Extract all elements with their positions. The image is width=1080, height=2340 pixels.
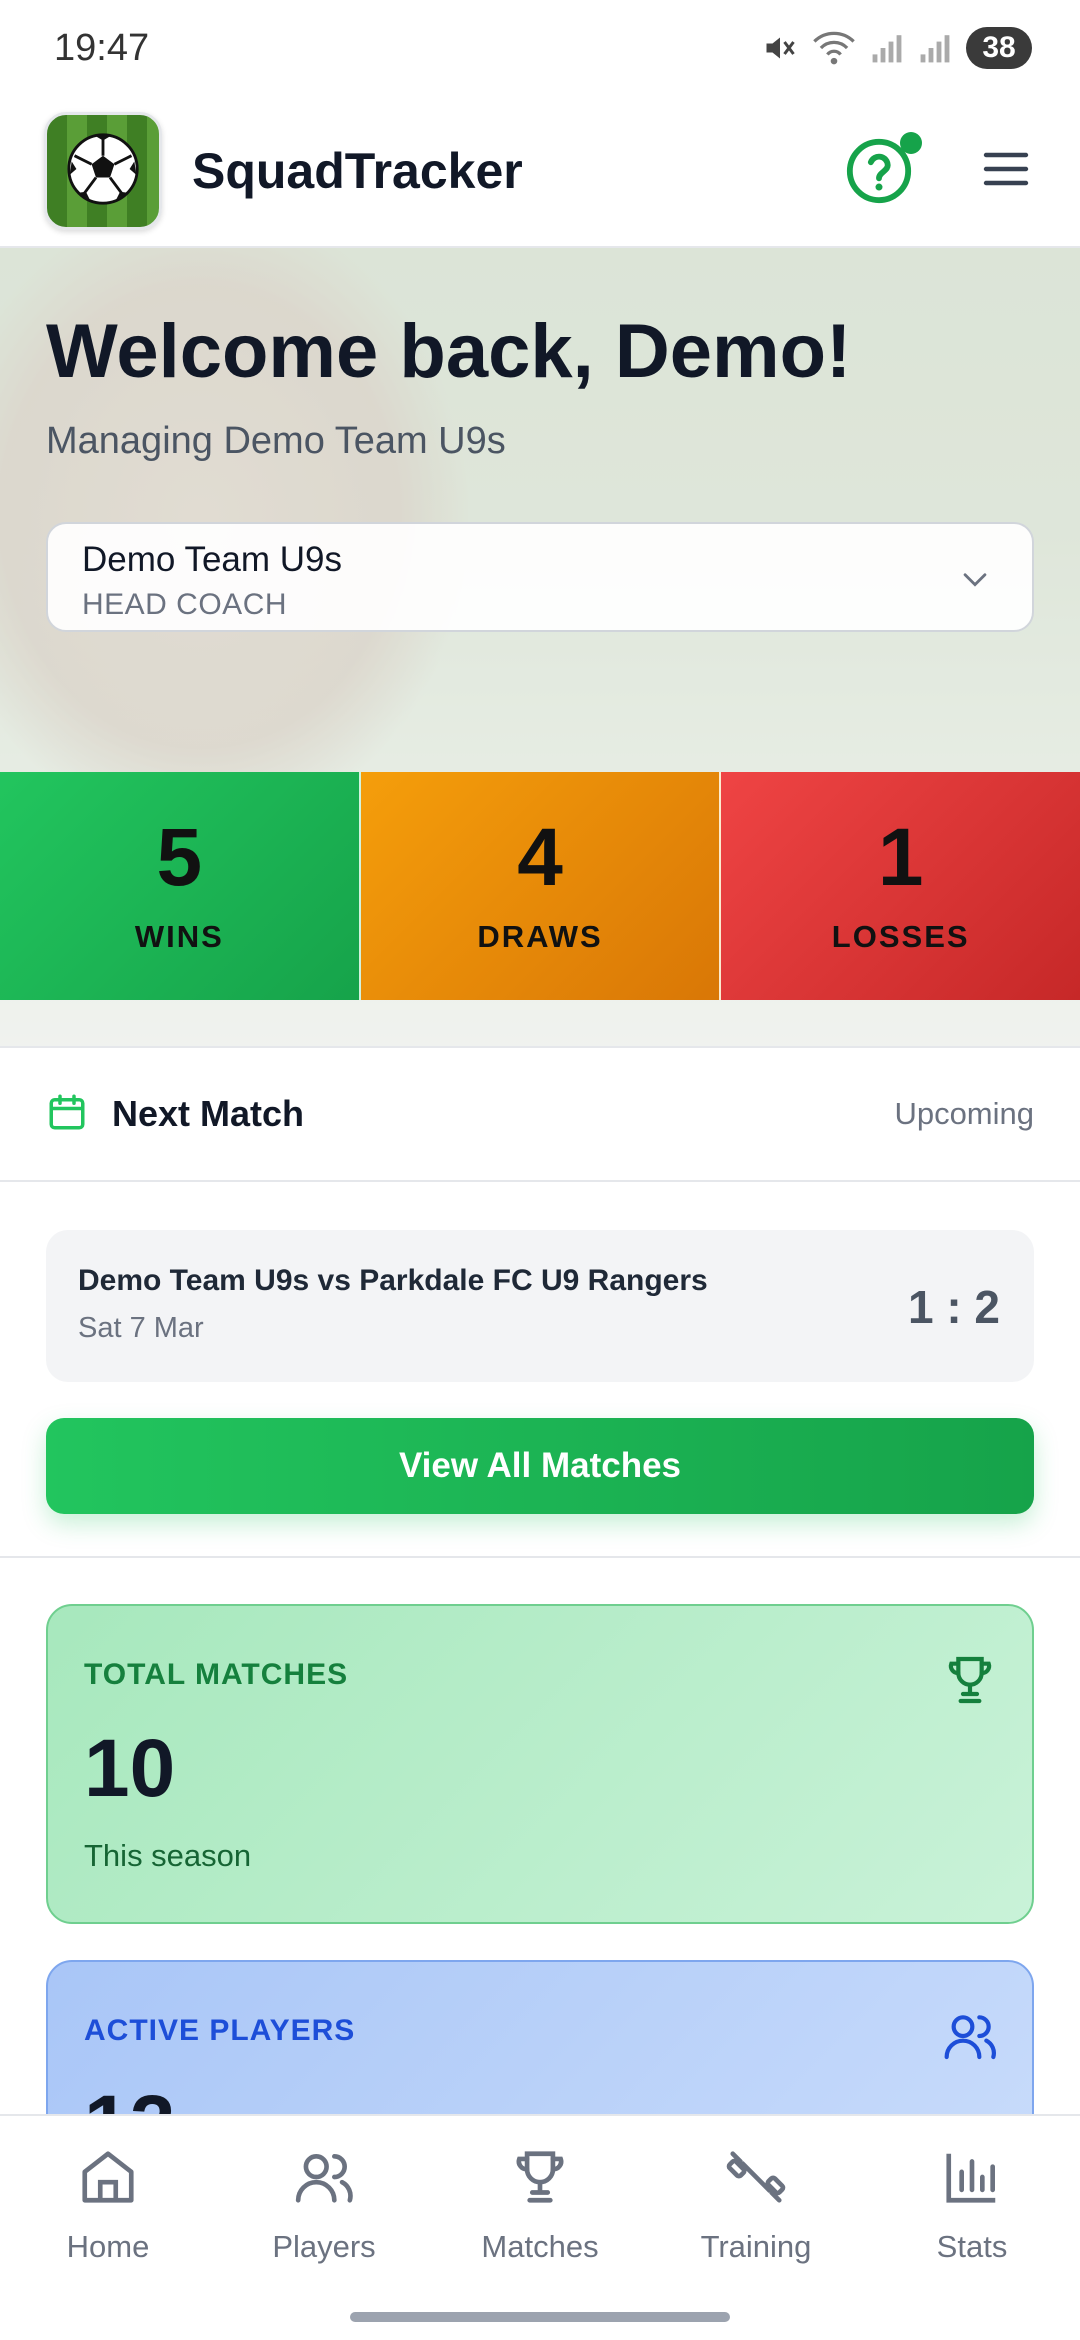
signal-icon [870,32,904,64]
welcome-title: Welcome back, Demo! [46,309,852,394]
next-match-header: Next Match Upcoming [0,1048,1080,1182]
help-circle-icon [844,138,914,210]
wins-label: WINS [134,919,224,954]
calendar-icon [46,1091,88,1138]
notification-dot [900,132,922,154]
nav-players-label: Players [272,2229,376,2264]
team-name: Demo Team U9s [82,540,343,579]
draws-tile[interactable]: 4 DRAWS [360,772,722,1000]
nav-training-label: Training [700,2229,812,2264]
total-matches-card[interactable]: TOTAL MATCHES 10 This season [46,1604,1034,1924]
app-logo[interactable] [44,112,162,230]
mute-icon [762,30,798,66]
next-match-card: Next Match Upcoming Demo Team U9s vs Par… [0,1046,1080,1558]
nav-stats-label: Stats [936,2229,1008,2264]
trophy-icon [942,1652,998,1713]
status-time: 19:47 [54,26,150,69]
total-matches-note: This season [84,1838,252,1873]
losses-label: LOSSES [831,919,970,954]
next-match-status: Upcoming [894,1096,1034,1131]
signal-icon [918,32,952,64]
view-all-matches-button[interactable]: View All Matches [46,1418,1034,1514]
nav-players[interactable]: Players [216,2146,432,2340]
nav-matches-label: Matches [481,2229,599,2264]
team-selector[interactable]: Demo Team U9s HEAD COACH [46,522,1034,632]
home-icon [77,2146,139,2213]
active-players-label: ACTIVE PLAYERS [84,2014,356,2047]
chevron-down-icon [958,562,992,601]
bar-chart-icon [941,2146,1003,2213]
losses-tile[interactable]: 1 LOSSES [721,772,1080,1000]
total-matches-label: TOTAL MATCHES [84,1658,349,1691]
nav-stats[interactable]: Stats [864,2146,1080,2340]
app-title: SquadTracker [192,143,523,199]
soccer-ball-icon [65,131,141,212]
users-icon [293,2146,355,2213]
team-role: HEAD COACH [82,588,288,621]
wins-tile[interactable]: 5 WINS [0,772,361,1000]
status-bar: 19:47 38 [0,0,1080,96]
welcome-subtitle: Managing Demo Team U9s [46,420,506,462]
nav-home[interactable]: Home [0,2146,216,2340]
match-item[interactable]: Demo Team U9s vs Parkdale FC U9 Rangers … [46,1230,1034,1382]
season-record: 5 WINS 4 DRAWS 1 LOSSES [0,772,1080,1000]
home-indicator[interactable] [350,2312,730,2322]
nav-matches[interactable]: Matches [432,2146,648,2340]
wifi-icon [812,30,856,66]
nav-home-label: Home [66,2229,150,2264]
losses-value: 1 [877,812,924,903]
total-matches-value: 10 [84,1723,176,1814]
nav-training[interactable]: Training [648,2146,864,2340]
draws-label: DRAWS [477,919,603,954]
battery-indicator: 38 [966,27,1032,69]
next-match-title: Next Match [112,1093,305,1134]
dumbbell-icon [725,2146,787,2213]
match-teams: Demo Team U9s vs Parkdale FC U9 Rangers [78,1264,708,1297]
match-date: Sat 7 Mar [78,1312,204,1344]
menu-button[interactable] [976,141,1036,201]
wins-value: 5 [156,812,203,903]
app-header: SquadTracker [0,96,1080,248]
users-icon [942,2008,998,2069]
draws-value: 4 [517,812,563,903]
trophy-icon [509,2146,571,2213]
bottom-navigation: Home Players Matches Training Stats [0,2114,1080,2340]
match-score: 1 : 2 [907,1281,1000,1333]
status-icons: 38 [762,27,1032,69]
hamburger-menu-icon [982,149,1030,194]
help-button[interactable] [844,132,922,206]
